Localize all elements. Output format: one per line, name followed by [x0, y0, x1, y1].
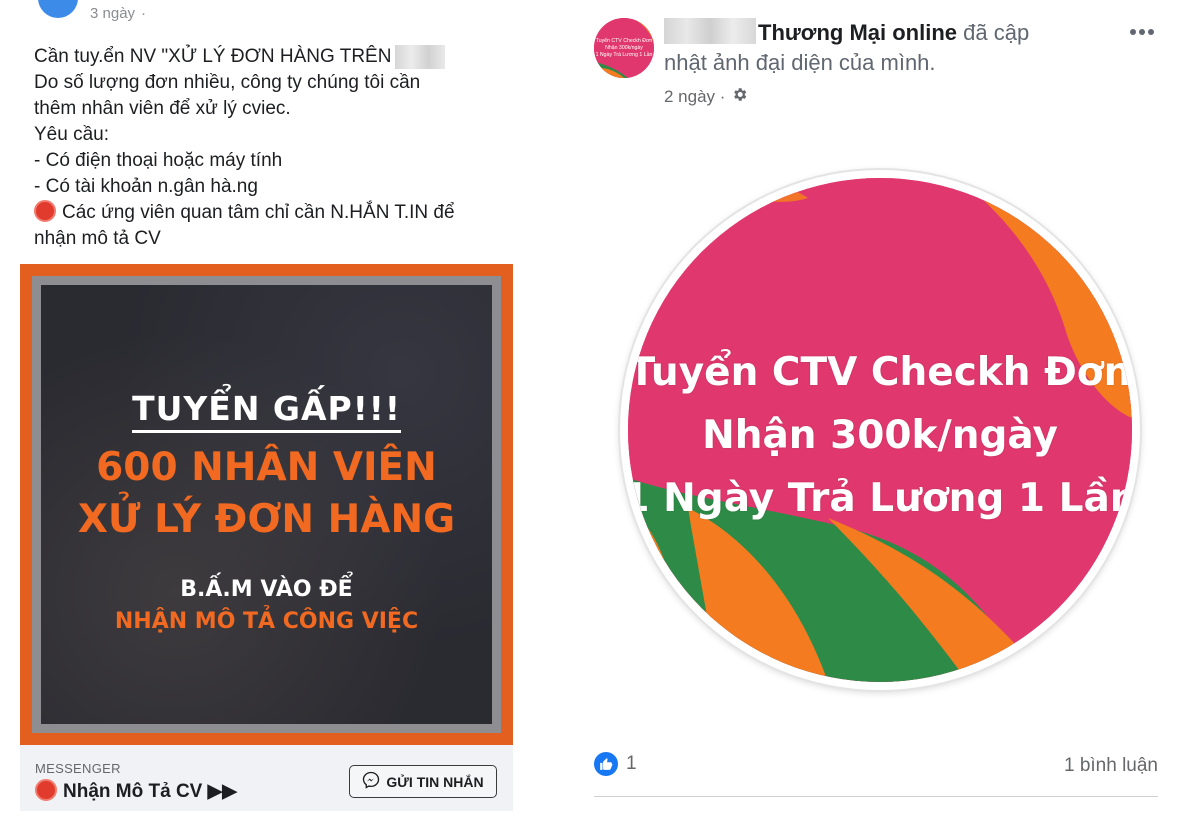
- text-line: Do số lượng đơn nhiều, công ty chúng tôi…: [34, 72, 421, 93]
- text-line: thêm nhân viên để xử lý cviec.: [34, 98, 291, 119]
- more-icon[interactable]: [1122, 18, 1162, 46]
- left-post: 3 ngày · Cần tuy.ển NV "XỬ LÝ ĐƠN HÀNG T…: [0, 0, 540, 834]
- text-line: - Có điện thoại hoặc máy tính: [34, 150, 283, 171]
- like-count: 1: [626, 753, 637, 774]
- gear-icon[interactable]: [731, 86, 748, 108]
- post-action-text-2: nhật ảnh đại diện của mình.: [664, 50, 936, 75]
- post-timestamp: 2 ngày ·: [664, 86, 748, 108]
- send-message-button[interactable]: GỬI TIN NHẮN: [349, 765, 497, 798]
- ad-headline: TUYỂN GẤP!!!: [41, 389, 492, 433]
- left-post-meta: 3 ngày ·: [44, 0, 146, 26]
- page-name-link[interactable]: Thương Mại online: [758, 20, 957, 45]
- messenger-icon: [362, 771, 380, 792]
- profile-line-2: Nhận 300k/ngày: [702, 413, 1058, 458]
- post-text: Cần tuy.ển NV "XỬ LÝ ĐƠN HÀNG TRÊN Do số…: [34, 44, 504, 252]
- stop-icon: [35, 779, 57, 801]
- text-line: - Có tài khoản n.gân hà.ng: [34, 176, 258, 197]
- post-action-text: đã cập: [963, 20, 1030, 45]
- avatar-line-3: 1 Ngày Trả Lương 1 Lần: [596, 52, 653, 58]
- stop-icon: [34, 200, 56, 222]
- profile-line-1: Tuyển CTV Checkh Đơn: [628, 350, 1132, 395]
- avatar-line-1: Tuyển CTV Checkh Đơn: [596, 37, 653, 44]
- like-icon: [594, 752, 618, 776]
- ad-caption: MESSENGER: [35, 761, 121, 776]
- right-post: Tuyển CTV Checkh Đơn Nhận 300k/ngày 1 Ng…: [560, 0, 1200, 834]
- profile-line-3: 1 Ngày Trả Lương 1 Lần: [628, 476, 1132, 521]
- left-post-time[interactable]: 3 ngày: [90, 5, 135, 22]
- redacted-text: [664, 18, 756, 44]
- ad-image-frame: TUYỂN GẤP!!! 600 NHÂN VIÊN XỬ LÝ ĐƠN HÀN…: [32, 276, 501, 733]
- ad-line-5: NHẬN MÔ TẢ CÔNG VIỆC: [114, 609, 419, 634]
- profile-picture[interactable]: Tuyển CTV Checkh Đơn Nhận 300k/ngày 1 Ng…: [620, 170, 1140, 690]
- text-line: Yêu cầu:: [34, 124, 109, 145]
- ad-line-2: 600 NHÂN VIÊN: [96, 445, 437, 490]
- redacted-text: [395, 44, 446, 69]
- globe-icon: ·: [141, 4, 147, 22]
- post-header: Thương Mại online đã cập nhật ảnh đại di…: [664, 18, 1084, 78]
- ad-footer[interactable]: MESSENGER Nhận Mô Tả CV ▶▶ GỬI TIN NHẮN: [20, 745, 513, 811]
- profile-picture-image: Tuyển CTV Checkh Đơn Nhận 300k/ngày 1 Ng…: [628, 178, 1132, 682]
- text-line: nhận mô tả CV: [34, 228, 161, 249]
- ad-image[interactable]: TUYỂN GẤP!!! 600 NHÂN VIÊN XỬ LÝ ĐƠN HÀN…: [20, 264, 513, 745]
- send-message-label: GỬI TIN NHẮN: [386, 773, 484, 790]
- ad-line-4: B.Ấ.M VÀO ĐỂ: [180, 577, 353, 602]
- avatar-graphic: Tuyển CTV Checkh Đơn Nhận 300k/ngày 1 Ng…: [594, 18, 654, 78]
- page-avatar[interactable]: Tuyển CTV Checkh Đơn Nhận 300k/ngày 1 Ng…: [594, 18, 654, 78]
- text-line: Cần tuy.ển NV "XỬ LÝ ĐƠN HÀNG TRÊN: [34, 44, 504, 70]
- text-line: Các ứng viên quan tâm chỉ cần N.HẮN T.IN…: [34, 200, 504, 226]
- ad-cta[interactable]: Nhận Mô Tả CV ▶▶: [35, 779, 237, 803]
- reaction-summary[interactable]: 1: [594, 752, 637, 776]
- comment-count-link[interactable]: 1 bình luận: [1064, 755, 1158, 777]
- ad-line-3: XỬ LÝ ĐƠN HÀNG: [77, 497, 456, 542]
- post-time-link[interactable]: 2 ngày ·: [664, 87, 725, 107]
- avatar-line-2: Nhận 300k/ngày: [605, 45, 643, 51]
- divider: [594, 796, 1158, 797]
